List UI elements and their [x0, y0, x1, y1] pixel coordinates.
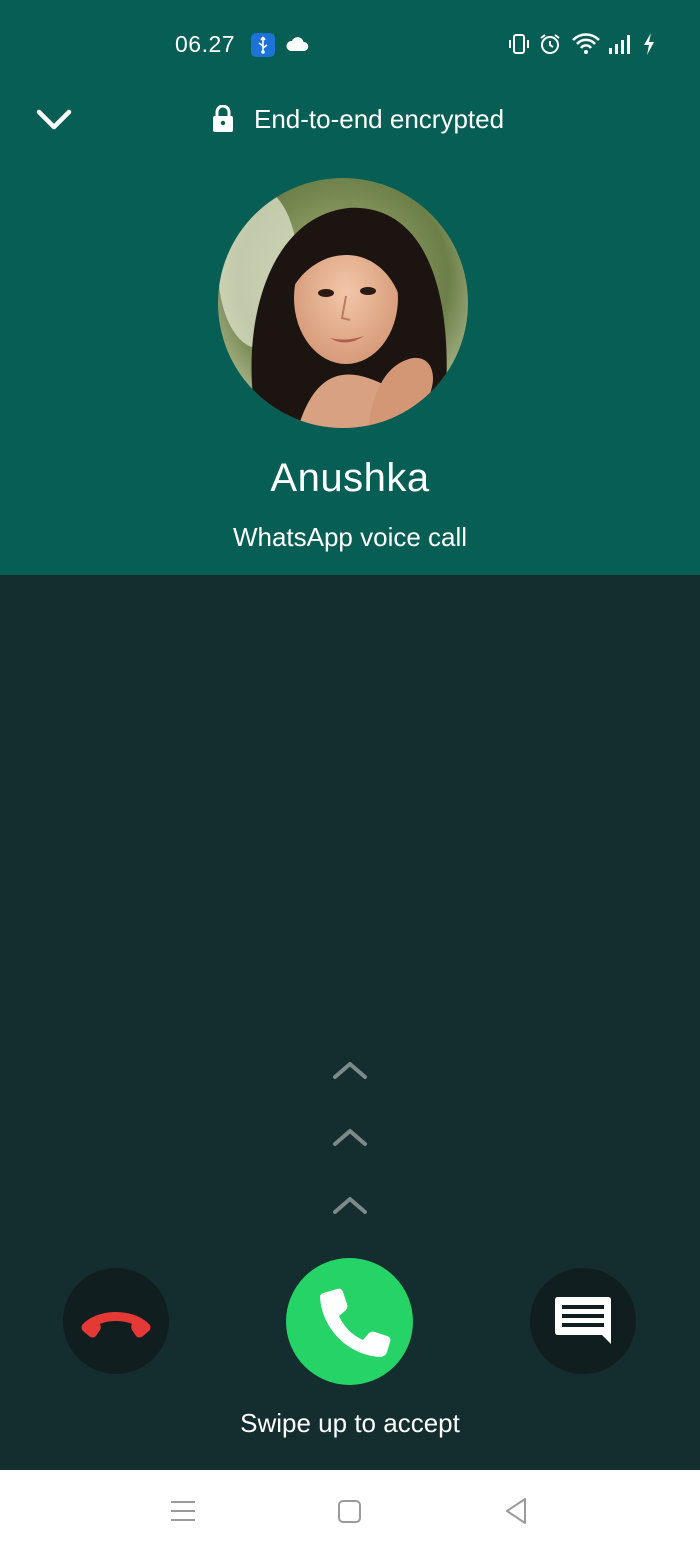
home-icon[interactable]: [337, 1496, 363, 1531]
status-time: 06.27: [175, 31, 236, 57]
charging-icon: [641, 32, 657, 61]
call-type-label: WhatsApp voice call: [232, 522, 468, 552]
swipe-hint: Swipe up to accept: [240, 1408, 460, 1438]
alarm-icon: [538, 32, 562, 61]
accept-call-button[interactable]: [286, 1258, 413, 1385]
usb-icon: [251, 33, 275, 57]
chevron-up-icon: [330, 1057, 370, 1083]
caller-name: Anushka: [270, 456, 430, 500]
signal-icon: [607, 32, 635, 61]
phone-icon: [320, 1288, 391, 1357]
decline-call-button[interactable]: [63, 1268, 169, 1374]
phone-hangup-icon: [81, 1312, 151, 1338]
wifi-icon: [571, 32, 601, 61]
menu-icon[interactable]: [170, 1496, 196, 1531]
cloud-icon: [285, 36, 309, 57]
vibrate-icon: [508, 32, 530, 61]
encryption-label: End-to-end encrypted: [254, 104, 505, 134]
reply-message-button[interactable]: [530, 1268, 636, 1374]
chevron-up-icon: [330, 1124, 370, 1150]
lock-icon: [211, 104, 235, 138]
caller-avatar: [218, 178, 468, 428]
chevron-up-icon: [330, 1192, 370, 1218]
chevron-down-icon[interactable]: [34, 104, 74, 136]
message-icon: [555, 1297, 611, 1344]
back-icon[interactable]: [503, 1496, 529, 1531]
